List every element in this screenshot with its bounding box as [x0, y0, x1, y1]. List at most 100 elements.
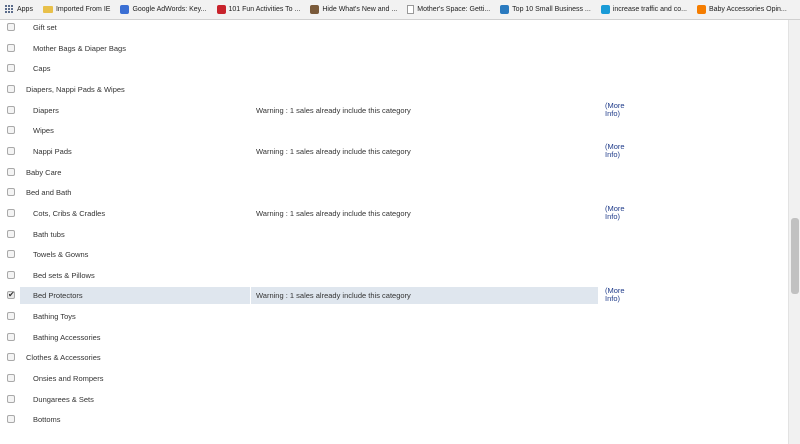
category-label: Bath tubs — [33, 229, 65, 239]
bookmark-label: Google AdWords: Key... — [132, 6, 207, 13]
category-checkbox[interactable]: ✔ — [7, 290, 15, 300]
page-icon — [407, 5, 415, 14]
bookmark-label: 101 Fun Activities To ... — [228, 6, 301, 13]
category-checkbox[interactable] — [7, 126, 15, 135]
category-label: Bathing Accessories — [33, 332, 101, 342]
category-checkbox[interactable] — [7, 146, 15, 155]
folder-icon — [42, 6, 53, 13]
category-row: Clothes & Accessories — [0, 348, 788, 368]
category-row: Towels & Gowns — [0, 245, 788, 265]
category-checkbox[interactable] — [7, 332, 15, 341]
bookmark-label: Apps — [17, 6, 33, 13]
category-row: Onsies and Rompers — [0, 369, 788, 389]
category-checkbox[interactable] — [7, 250, 15, 259]
bookmark-page[interactable]: Mother's Space: Getti... — [407, 5, 490, 14]
category-row: Diapers, Nappi Pads & Wipes — [0, 80, 788, 100]
search-site-icon — [500, 5, 510, 14]
bookmark-label: Top 10 Small Business ... — [512, 6, 591, 13]
category-checkbox[interactable] — [7, 312, 15, 321]
category-row: Wipes — [0, 121, 788, 141]
category-label: Diapers, Nappi Pads & Wipes — [26, 84, 125, 94]
category-row: Mother Bags & Diaper Bags — [0, 39, 788, 59]
sales-warning-text: Warning : 1 sales already include this c… — [256, 208, 411, 218]
category-label: Bed sets & Pillows — [33, 270, 95, 280]
category-checkbox[interactable] — [7, 229, 15, 238]
bookmark-site[interactable]: increase traffic and co... — [600, 5, 687, 14]
category-row: Diapers Warning : 1 sales already include… — [0, 101, 788, 121]
bookmark-label: Mother's Space: Getti... — [417, 6, 491, 13]
bookmark-label: increase traffic and co... — [612, 6, 687, 13]
category-checkbox[interactable] — [7, 64, 15, 73]
category-label: Cots, Cribs & Cradles — [33, 208, 106, 218]
bookmark-folder[interactable]: Imported From IE — [42, 6, 111, 13]
category-row: Cots, Cribs & Cradles Warning : 1 sales a… — [0, 204, 788, 224]
blogger-icon — [696, 5, 706, 14]
category-checkbox[interactable] — [7, 374, 15, 383]
bookmark-label: Hide What's New and ... — [322, 6, 398, 13]
category-checkbox[interactable] — [7, 188, 15, 197]
category-label: Clothes & Accessories — [26, 353, 101, 363]
more-info-link[interactable]: (More Info) — [605, 142, 635, 159]
category-label: Bed Protectors — [33, 291, 83, 301]
category-label: Caps — [33, 64, 51, 74]
category-label: Wipes — [33, 126, 54, 136]
category-label: Bottoms — [33, 415, 61, 425]
category-row: Nappi Pads Warning : 1 sales already incl… — [0, 142, 788, 162]
category-checkbox[interactable] — [7, 208, 15, 217]
category-label: Mother Bags & Diaper Bags — [33, 43, 126, 53]
bookmark-label: Imported From IE — [55, 6, 111, 13]
category-row: Caps — [0, 59, 788, 79]
category-row: Bed sets & Pillows — [0, 266, 788, 286]
category-checkbox[interactable] — [7, 23, 15, 31]
category-checkbox[interactable] — [7, 84, 15, 93]
adwords-icon — [120, 5, 130, 14]
category-checkbox[interactable] — [7, 270, 15, 279]
row-divider — [250, 287, 251, 305]
category-row: Gift set — [0, 18, 788, 38]
category-label: Gift set — [33, 23, 57, 32]
category-label: Bed and Bath — [26, 188, 72, 198]
category-checkbox[interactable] — [7, 415, 15, 424]
vertical-scrollbar[interactable] — [788, 20, 800, 444]
category-row: Bottoms — [0, 410, 788, 430]
category-label: Diapers — [33, 105, 59, 115]
category-label: Onsies and Rompers — [33, 374, 104, 384]
category-checkbox[interactable] — [7, 167, 15, 176]
category-checkbox[interactable] — [7, 105, 15, 114]
site-icon — [600, 5, 610, 14]
category-label: Dungarees & Sets — [33, 394, 94, 404]
bookmark-label: Baby Accessories Opin... — [708, 6, 787, 13]
sales-warning-text: Warning : 1 sales already include this c… — [256, 146, 411, 156]
category-checkbox[interactable] — [7, 394, 15, 403]
category-row: Bed and Bath — [0, 183, 788, 203]
category-row: Bathing Toys — [0, 307, 788, 327]
category-label: Towels & Gowns — [33, 250, 89, 260]
bookmarks-bar: Apps Imported From IE Google AdWords: Key.… — [0, 0, 800, 20]
bookmark-search-site[interactable]: Top 10 Small Business ... — [500, 5, 591, 14]
apps-grid-icon — [5, 5, 14, 14]
category-label: Baby Care — [26, 167, 62, 177]
more-info-link[interactable]: (More Info) — [605, 101, 635, 118]
bookmark-pinterest[interactable]: 101 Fun Activities To ... — [216, 5, 301, 14]
sales-warning-text: Warning : 1 sales already include this c… — [256, 291, 411, 301]
bookmark-blogger[interactable]: Baby Accessories Opin... — [696, 5, 787, 14]
category-label: Nappi Pads — [33, 146, 72, 156]
more-info-link[interactable]: (More Info) — [605, 287, 635, 303]
sales-warning-text: Warning : 1 sales already include this c… — [256, 105, 411, 115]
bookmark-apps-grid[interactable]: Apps — [0, 5, 33, 14]
scrollbar-thumb[interactable] — [791, 218, 799, 294]
more-info-link[interactable]: (More Info) — [605, 204, 635, 221]
category-checkbox[interactable] — [7, 353, 15, 362]
bookmark-adwords[interactable]: Google AdWords: Key... — [120, 5, 207, 14]
category-row: Bathing Accessories — [0, 328, 788, 348]
category-row: Bath tubs — [0, 225, 788, 245]
category-row: Dungarees & Sets — [0, 390, 788, 410]
bookmark-photo[interactable]: Hide What's New and ... — [310, 5, 397, 14]
category-row: Baby Care — [0, 163, 788, 183]
pinterest-icon — [216, 5, 226, 14]
category-row: ✔ Bed Protectors Warning : 1 sales already… — [0, 286, 788, 306]
photo-icon — [310, 5, 320, 14]
category-checkbox[interactable] — [7, 43, 15, 52]
checkmark-icon: ✔ — [8, 290, 15, 300]
category-label: Bathing Toys — [33, 312, 76, 322]
